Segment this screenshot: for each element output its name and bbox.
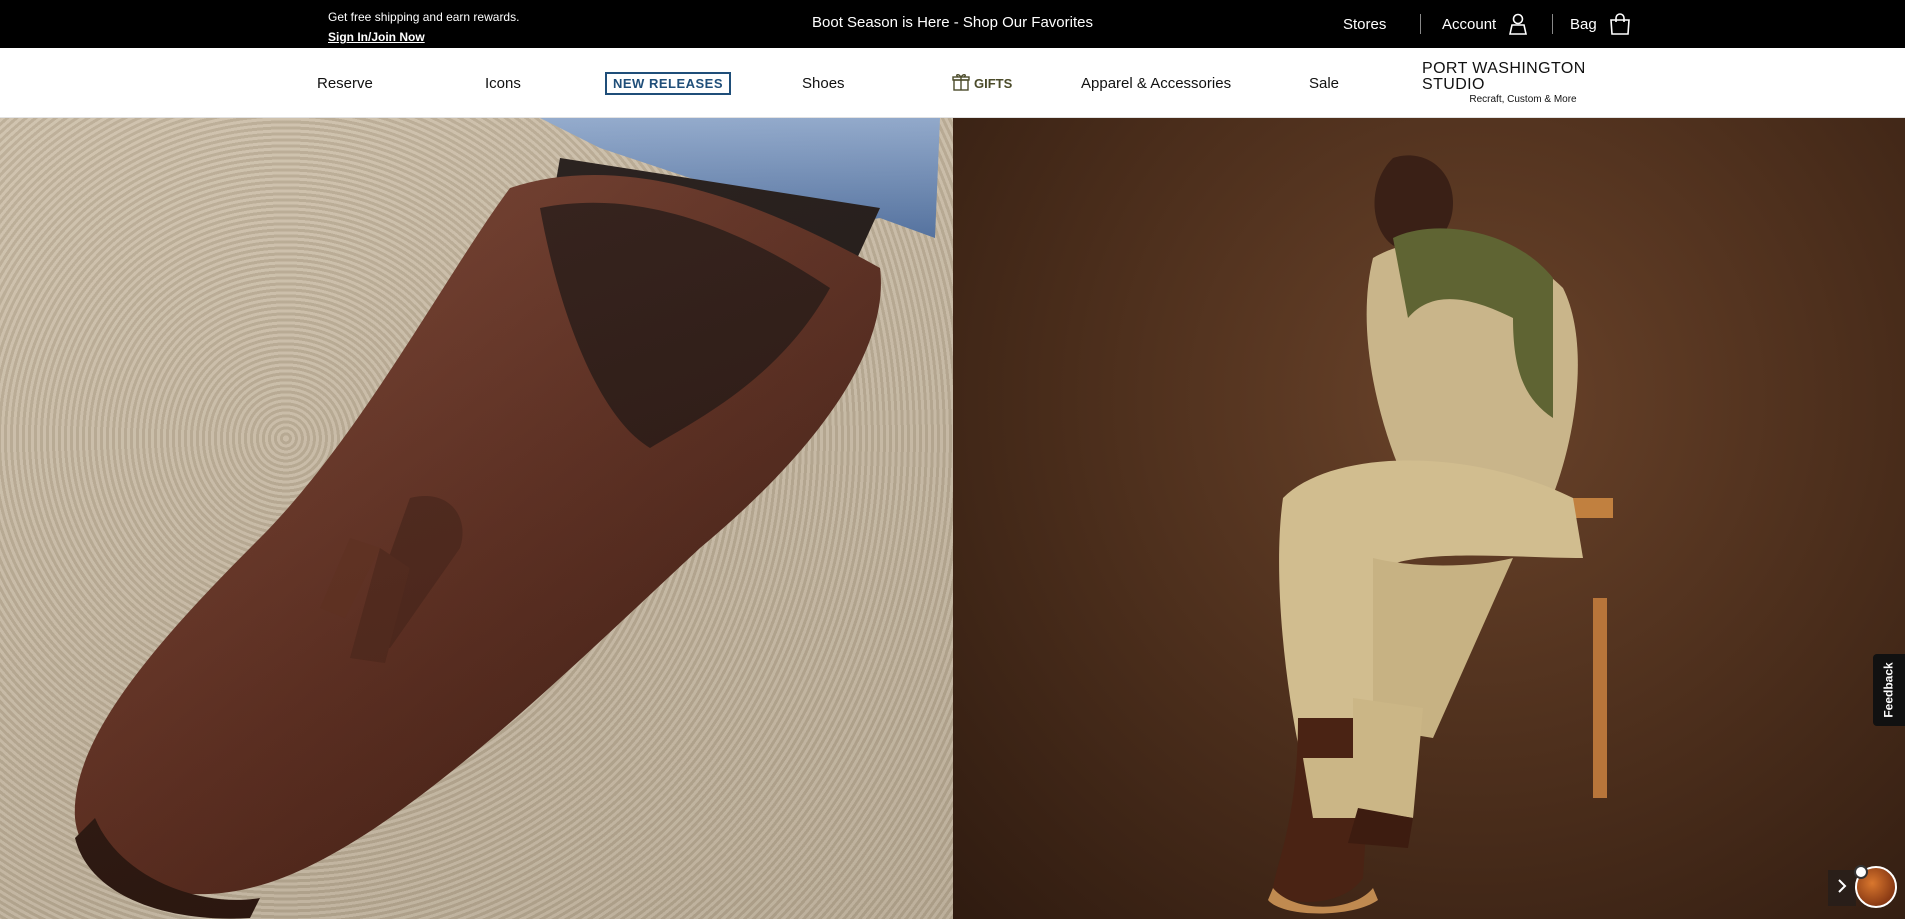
feedback-tab[interactable]: Feedback	[1873, 654, 1905, 726]
studio-subtitle: Recraft, Custom & More	[1469, 94, 1577, 105]
promo-text: Get free shipping and earn rewards.	[328, 10, 520, 24]
nav-item-gifts[interactable]: GIFTS	[952, 48, 1012, 118]
bag-label: Bag	[1570, 15, 1597, 33]
chevron-right-icon	[1837, 878, 1847, 898]
hero-banner[interactable]	[0, 118, 1905, 919]
main-navigation: Reserve Icons NEW RELEASES Shoes GIFTS A…	[0, 48, 1905, 118]
nav-label: GIFTS	[974, 75, 1013, 91]
chat-avatar-icon[interactable]	[1854, 865, 1897, 908]
nav-item-sale[interactable]: Sale	[1309, 48, 1339, 118]
user-icon	[1508, 13, 1528, 35]
nav-label: Apparel & Accessories	[1081, 74, 1232, 92]
nav-item-reserve[interactable]: Reserve	[317, 48, 373, 118]
stores-link[interactable]: Stores	[1343, 0, 1386, 48]
carousel-next-button[interactable]	[1828, 870, 1856, 906]
nav-label: Icons	[485, 74, 521, 92]
nav-item-port-washington-studio[interactable]: PORT WASHINGTON STUDIO Recraft, Custom &…	[1422, 48, 1624, 118]
nav-label: Shoes	[802, 74, 845, 92]
feedback-label: Feedback	[1882, 662, 1897, 718]
nav-item-new-releases[interactable]: NEW RELEASES	[605, 48, 732, 118]
nav-label: Sale	[1309, 74, 1340, 92]
gift-icon	[952, 73, 970, 94]
loafer-illustration	[74, 118, 940, 919]
sign-in-link[interactable]: Sign In/Join Now	[328, 27, 519, 47]
stores-label: Stores	[1343, 15, 1387, 33]
hero-image-loafer	[0, 118, 953, 919]
bag-link[interactable]: Bag	[1570, 0, 1631, 48]
model-illustration	[1268, 155, 1613, 914]
divider	[1552, 14, 1553, 34]
nav-item-apparel-accessories[interactable]: Apparel & Accessories	[1081, 48, 1231, 118]
new-releases-badge: NEW RELEASES	[605, 71, 732, 95]
announcement-link[interactable]: Boot Season is Here - Shop Our Favorites	[812, 14, 1093, 31]
top-utility-bar: Get free shipping and earn rewards. Sign…	[0, 0, 1905, 48]
divider	[1420, 14, 1421, 34]
shopping-bag-icon	[1609, 13, 1631, 35]
studio-title: PORT WASHINGTON STUDIO	[1422, 60, 1586, 93]
account-label: Account	[1442, 15, 1497, 33]
promo-block: Get free shipping and earn rewards. Sign…	[328, 7, 519, 47]
nav-label: Reserve	[317, 74, 373, 92]
hero-image-model	[953, 118, 1905, 919]
nav-item-icons[interactable]: Icons	[485, 48, 521, 118]
account-link[interactable]: Account	[1442, 0, 1528, 48]
nav-item-shoes[interactable]: Shoes	[802, 48, 845, 118]
